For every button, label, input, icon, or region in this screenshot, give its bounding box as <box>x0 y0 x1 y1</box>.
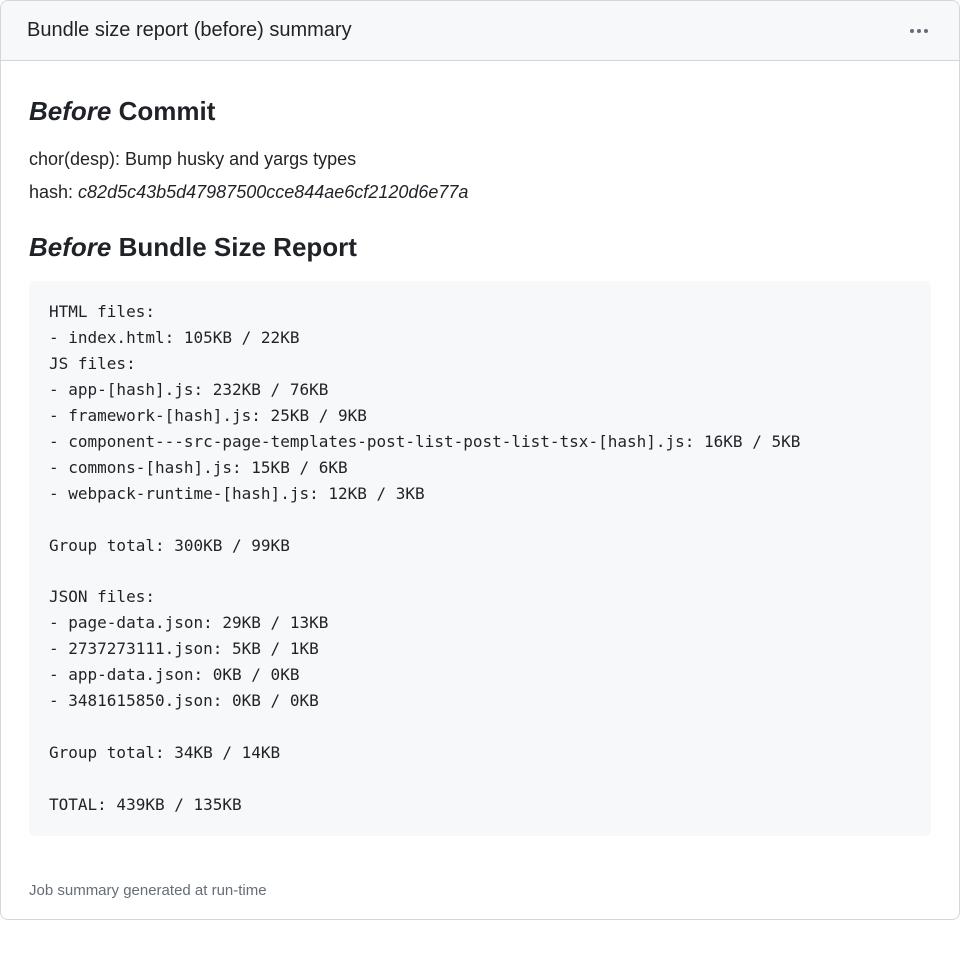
heading-rest: Bundle Size Report <box>111 232 357 262</box>
kebab-menu-icon[interactable] <box>905 24 933 38</box>
heading-emphasis: Before <box>29 232 111 262</box>
card-title: Bundle size report (before) summary <box>27 19 352 42</box>
card-header: Bundle size report (before) summary <box>1 1 959 61</box>
commit-message: chor(desp): Bump husky and yargs types <box>29 144 931 175</box>
card-body: Before Commit chor(desp): Bump husky and… <box>1 61 959 874</box>
bundle-report-code: HTML files: - index.html: 105KB / 22KB J… <box>29 281 931 835</box>
summary-card: Bundle size report (before) summary Befo… <box>0 0 960 920</box>
hash-value: c82d5c43b5d47987500cce844ae6cf2120d6e77a <box>78 182 468 202</box>
before-commit-heading: Before Commit <box>29 95 931 128</box>
hash-label: hash: <box>29 182 78 202</box>
footer-text: Job summary generated at run-time <box>29 882 267 899</box>
heading-emphasis: Before <box>29 96 111 126</box>
commit-hash-line: hash: c82d5c43b5d47987500cce844ae6cf2120… <box>29 178 931 207</box>
before-bundle-heading: Before Bundle Size Report <box>29 231 931 264</box>
card-footer: Job summary generated at run-time <box>1 874 959 919</box>
heading-rest: Commit <box>111 96 215 126</box>
